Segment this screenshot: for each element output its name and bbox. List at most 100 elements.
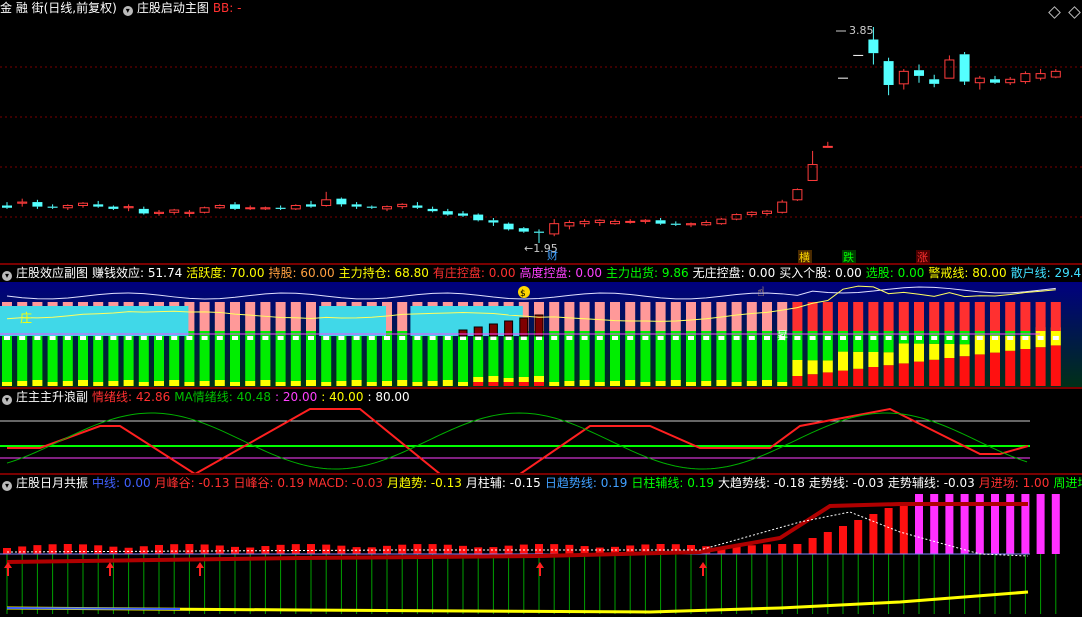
effect-bar-mark <box>429 336 436 340</box>
effect-bar-mark <box>171 336 178 340</box>
effect-bar-red <box>883 365 894 386</box>
candle <box>929 74 940 88</box>
candle-body <box>746 211 757 216</box>
candle <box>78 202 88 208</box>
svg-text:跌: 跌 <box>843 250 854 263</box>
effect-bar-mark <box>581 336 588 340</box>
indicator-label: MA情绪线: <box>174 390 237 404</box>
zhuang-effect-chart[interactable]: 庄 昇 $ ☝ <box>0 282 1082 387</box>
resonance-chart[interactable] <box>0 492 1082 617</box>
resonance-name[interactable]: 庄股日月共振 <box>16 476 88 490</box>
effect-bar-red <box>792 376 803 386</box>
candle <box>883 57 894 96</box>
effect-bar-yellow <box>382 381 392 386</box>
indicator-label: 月趋势: <box>386 476 431 490</box>
effect-bar-red <box>868 367 879 386</box>
candle-body <box>230 204 240 209</box>
effect-bar <box>898 302 909 386</box>
candle-body <box>214 204 225 209</box>
indicator-value: 持股: 60.00 <box>268 266 334 280</box>
zhuang-effect-panel[interactable]: ▾ 庄股效应副图 赚钱效应: 51.74 活跃度: 70.00 持股: 60.00 主力持… <box>0 265 1082 387</box>
main-wave-panel[interactable]: ▾ 庄主主升浪副 情绪线: 42.86 MA情绪线: 40.48: 20.00: 40… <box>0 389 1082 473</box>
effect-bar-mark <box>95 336 102 340</box>
main-chart-panel[interactable]: 金 融 街(日线,前复权) ▾ 庄股启动主图 BB: - 3.85 ←1.95 财 横… <box>0 0 1082 263</box>
effect-bar-yellow <box>169 380 180 386</box>
candle-body <box>1020 73 1031 83</box>
candle <box>822 141 833 148</box>
resonance-top-bar <box>884 508 893 554</box>
indicator-label: 日趋势线: <box>544 476 601 490</box>
indicator-value: : 80.00 <box>367 390 409 404</box>
effect-bar-yellow <box>351 380 362 386</box>
indicator-settings-icon[interactable]: ▾ <box>2 395 12 405</box>
indicator-label: 主力出货: <box>606 266 662 280</box>
candle-body <box>397 203 408 208</box>
candle <box>154 210 164 216</box>
indicator-number: 51.74 <box>147 266 183 280</box>
effect-bar-mark <box>900 336 907 340</box>
resonance-top-bar <box>63 544 72 554</box>
effect-bar <box>610 302 620 386</box>
indicator-label: 高度控盘: <box>519 266 576 280</box>
effect-bar <box>762 302 772 386</box>
candle-body <box>32 202 43 207</box>
zhuang-effect-name[interactable]: 庄股效应副图 <box>16 266 88 280</box>
candle <box>655 217 666 225</box>
effect-bar <box>564 302 575 386</box>
effect-bar <box>214 302 225 386</box>
effect-bar-pink <box>564 302 575 331</box>
effect-bar-yellow <box>762 380 772 386</box>
effect-bar-yellow <box>230 382 240 386</box>
candle-body <box>883 61 894 85</box>
candle <box>777 199 788 214</box>
effect-bar <box>990 302 1000 386</box>
candle <box>47 204 58 209</box>
indicator-label: 月峰谷: <box>154 476 199 490</box>
effect-bar-mark <box>262 336 269 340</box>
candle <box>686 222 696 228</box>
candle-body <box>138 208 149 214</box>
candle-body <box>336 198 347 205</box>
effect-bar-mark <box>840 336 846 340</box>
effect-bar-mark <box>292 336 299 340</box>
effect-bar-mark <box>976 336 983 340</box>
effect-bar-yellow <box>397 380 408 386</box>
effect-bar-mark <box>80 336 86 340</box>
candle-body <box>686 223 696 226</box>
indicator-value: 日柱辅线: 0.19 <box>631 476 714 490</box>
candle-body <box>366 206 377 208</box>
effect-bar <box>944 302 955 386</box>
candlestick-chart[interactable]: 3.85 ←1.95 财 横 跌 涨 <box>0 17 1082 263</box>
accumulation-bar <box>534 314 544 337</box>
indicator-label: 无庄控盘: <box>692 266 749 280</box>
candle-body <box>154 211 164 214</box>
pointer-hand-icon: ☝ <box>757 285 765 300</box>
effect-bar-red <box>1005 350 1016 386</box>
indicator-settings-icon[interactable]: ▾ <box>2 271 12 281</box>
indicator-number: 29.47 <box>1054 266 1082 280</box>
effect-bar-pink <box>853 302 864 331</box>
effect-bar-mark <box>156 336 162 340</box>
resonance-panel[interactable]: ▾ 庄股日月共振 中线: 0.00 月峰谷: -0.13 日峰谷: 0.19 MACD: … <box>0 475 1082 617</box>
candle <box>564 220 575 230</box>
indicator-settings-icon[interactable]: ▾ <box>2 481 12 491</box>
indicator-label: 散户线: <box>1010 266 1055 280</box>
candle-body <box>47 206 58 208</box>
resonance-top-bar <box>899 502 908 554</box>
resonance-top-bar <box>519 544 528 554</box>
indicator-settings-icon[interactable]: ▾ <box>122 6 133 16</box>
indicator-label: 警戒线: <box>928 266 973 280</box>
main-wave-chart[interactable] <box>0 406 1082 473</box>
effect-bar-mark <box>612 336 618 340</box>
candle <box>762 210 772 216</box>
main-indicator-name[interactable]: 庄股启动主图 <box>137 1 209 15</box>
effect-bar-mark <box>992 336 998 340</box>
effect-bar-mark <box>764 336 770 340</box>
candle-body <box>640 219 651 222</box>
candle-body <box>610 220 620 225</box>
effect-bar-mark <box>338 336 345 340</box>
candle <box>366 205 377 209</box>
effect-bar-pink <box>640 302 651 331</box>
indicator-value: 走势线: -0.03 <box>809 476 884 490</box>
main-wave-name[interactable]: 庄主主升浪副 <box>16 390 88 404</box>
